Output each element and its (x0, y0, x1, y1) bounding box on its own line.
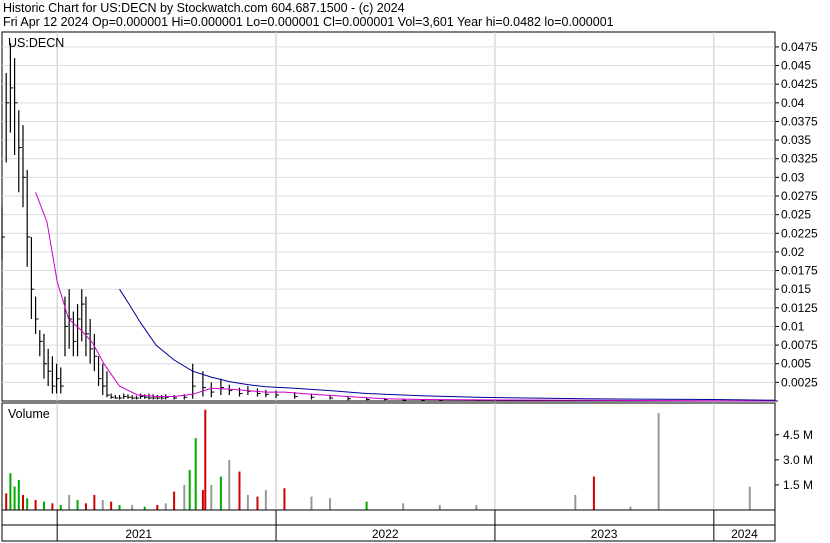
price-tick-label: 0.0425 (781, 77, 818, 91)
price-tick-label: 0.0275 (781, 189, 818, 203)
price-tick-label: 0.0325 (781, 152, 818, 166)
price-tick-label: 0.03 (781, 170, 805, 184)
chart-header-line1: Historic Chart for US:DECN by Stockwatch… (3, 1, 405, 15)
price-tick-label: 0.0225 (781, 226, 818, 240)
volume-tick-label: 3.0 M (783, 453, 813, 467)
price-tick-label: 0.0025 (781, 375, 818, 389)
price-tick-label: 0.0175 (781, 264, 818, 278)
year-label: 2023 (591, 527, 618, 541)
price-tick-label: 0.0475 (781, 40, 818, 54)
price-tick-label: 0.005 (781, 357, 811, 371)
time-axis: 2021 2022 2023 2024 (1, 509, 776, 542)
price-tick-label: 0.035 (781, 133, 811, 147)
price-tick-label: 0.015 (781, 282, 811, 296)
price-tick-label: 0.025 (781, 208, 811, 222)
volume-tick-label: 4.5 M (783, 428, 813, 442)
volume-panel: 1.5 M 3.0 M 4.5 M (1, 402, 813, 511)
chart-header-line2: Fri Apr 12 2024 Op=0.000001 Hi=0.000001 … (3, 15, 614, 29)
price-tick-label: 0.0125 (781, 301, 818, 315)
year-label: 2021 (125, 527, 152, 541)
price-chart-title: US:DECN (8, 36, 64, 50)
price-tick-label: 0.02 (781, 245, 805, 259)
volume-tick-label: 1.5 M (783, 478, 813, 492)
price-tick-label: 0.04 (781, 96, 805, 110)
price-panel: 0.0025 0.005 0.0075 0.01 0.0125 0.015 0.0175 0.… (1, 31, 818, 402)
price-tick-label: 0.01 (781, 319, 805, 333)
price-tick-label: 0.045 (781, 59, 811, 73)
year-label: 2024 (731, 527, 758, 541)
year-label: 2022 (372, 527, 399, 541)
stock-chart: Historic Chart for US:DECN by Stockwatch… (0, 0, 830, 543)
volume-chart-title: Volume (8, 407, 50, 421)
price-tick-label: 0.0375 (781, 114, 818, 128)
price-plot-frame (1, 31, 776, 402)
price-tick-label: 0.0075 (781, 338, 818, 352)
